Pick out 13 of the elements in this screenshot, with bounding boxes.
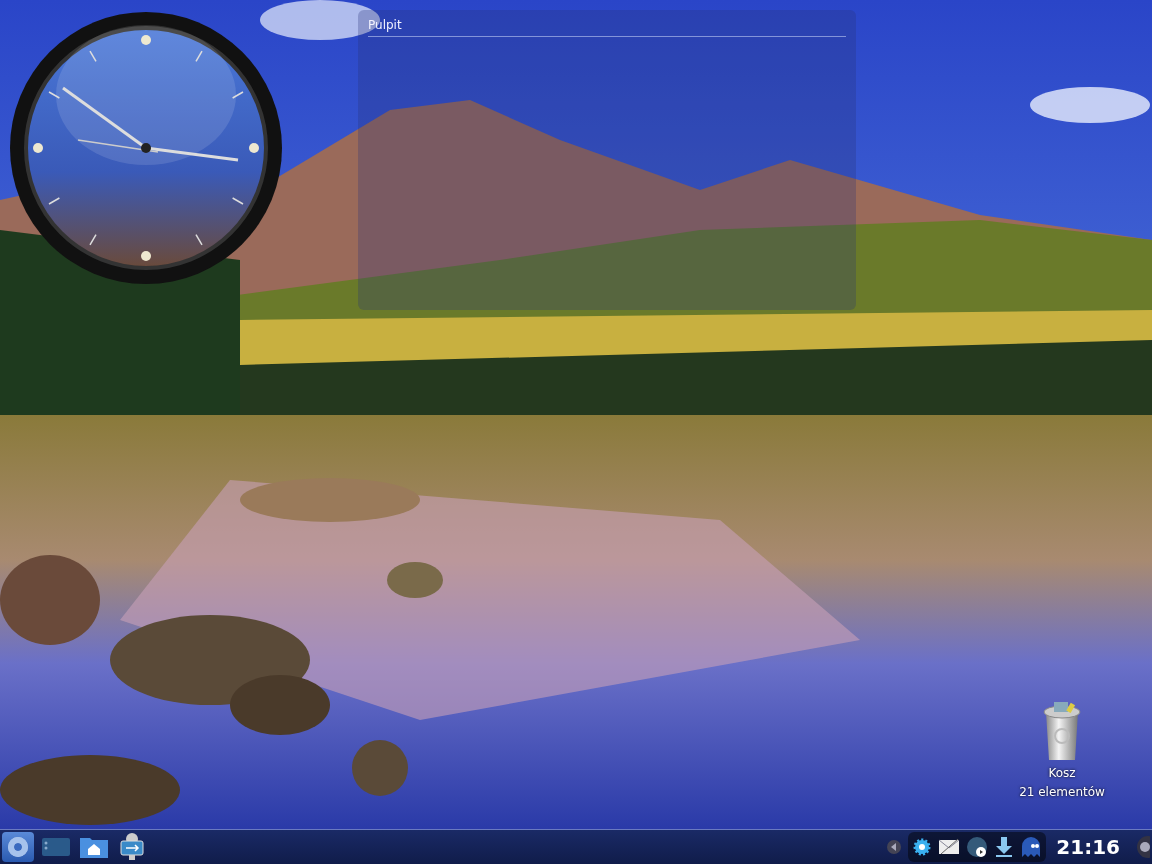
download-arrow-icon[interactable] bbox=[994, 836, 1015, 858]
ghost-icon[interactable] bbox=[1020, 836, 1043, 858]
arrow-left-icon[interactable] bbox=[886, 839, 903, 855]
widget-title: Pulpit bbox=[368, 18, 846, 37]
envelope-icon[interactable] bbox=[938, 837, 961, 857]
icon-subtitle: 21 elementów bbox=[1019, 785, 1105, 800]
clock-time[interactable]: 21:16 bbox=[1052, 835, 1124, 859]
terminal-icon[interactable] bbox=[41, 836, 71, 858]
icon-label[interactable]: Kosz bbox=[1048, 766, 1076, 781]
home-folder-icon[interactable] bbox=[79, 835, 109, 859]
usb-device-icon[interactable] bbox=[118, 833, 146, 861]
disc-icon[interactable] bbox=[966, 836, 989, 858]
gear-icon[interactable] bbox=[912, 837, 933, 857]
